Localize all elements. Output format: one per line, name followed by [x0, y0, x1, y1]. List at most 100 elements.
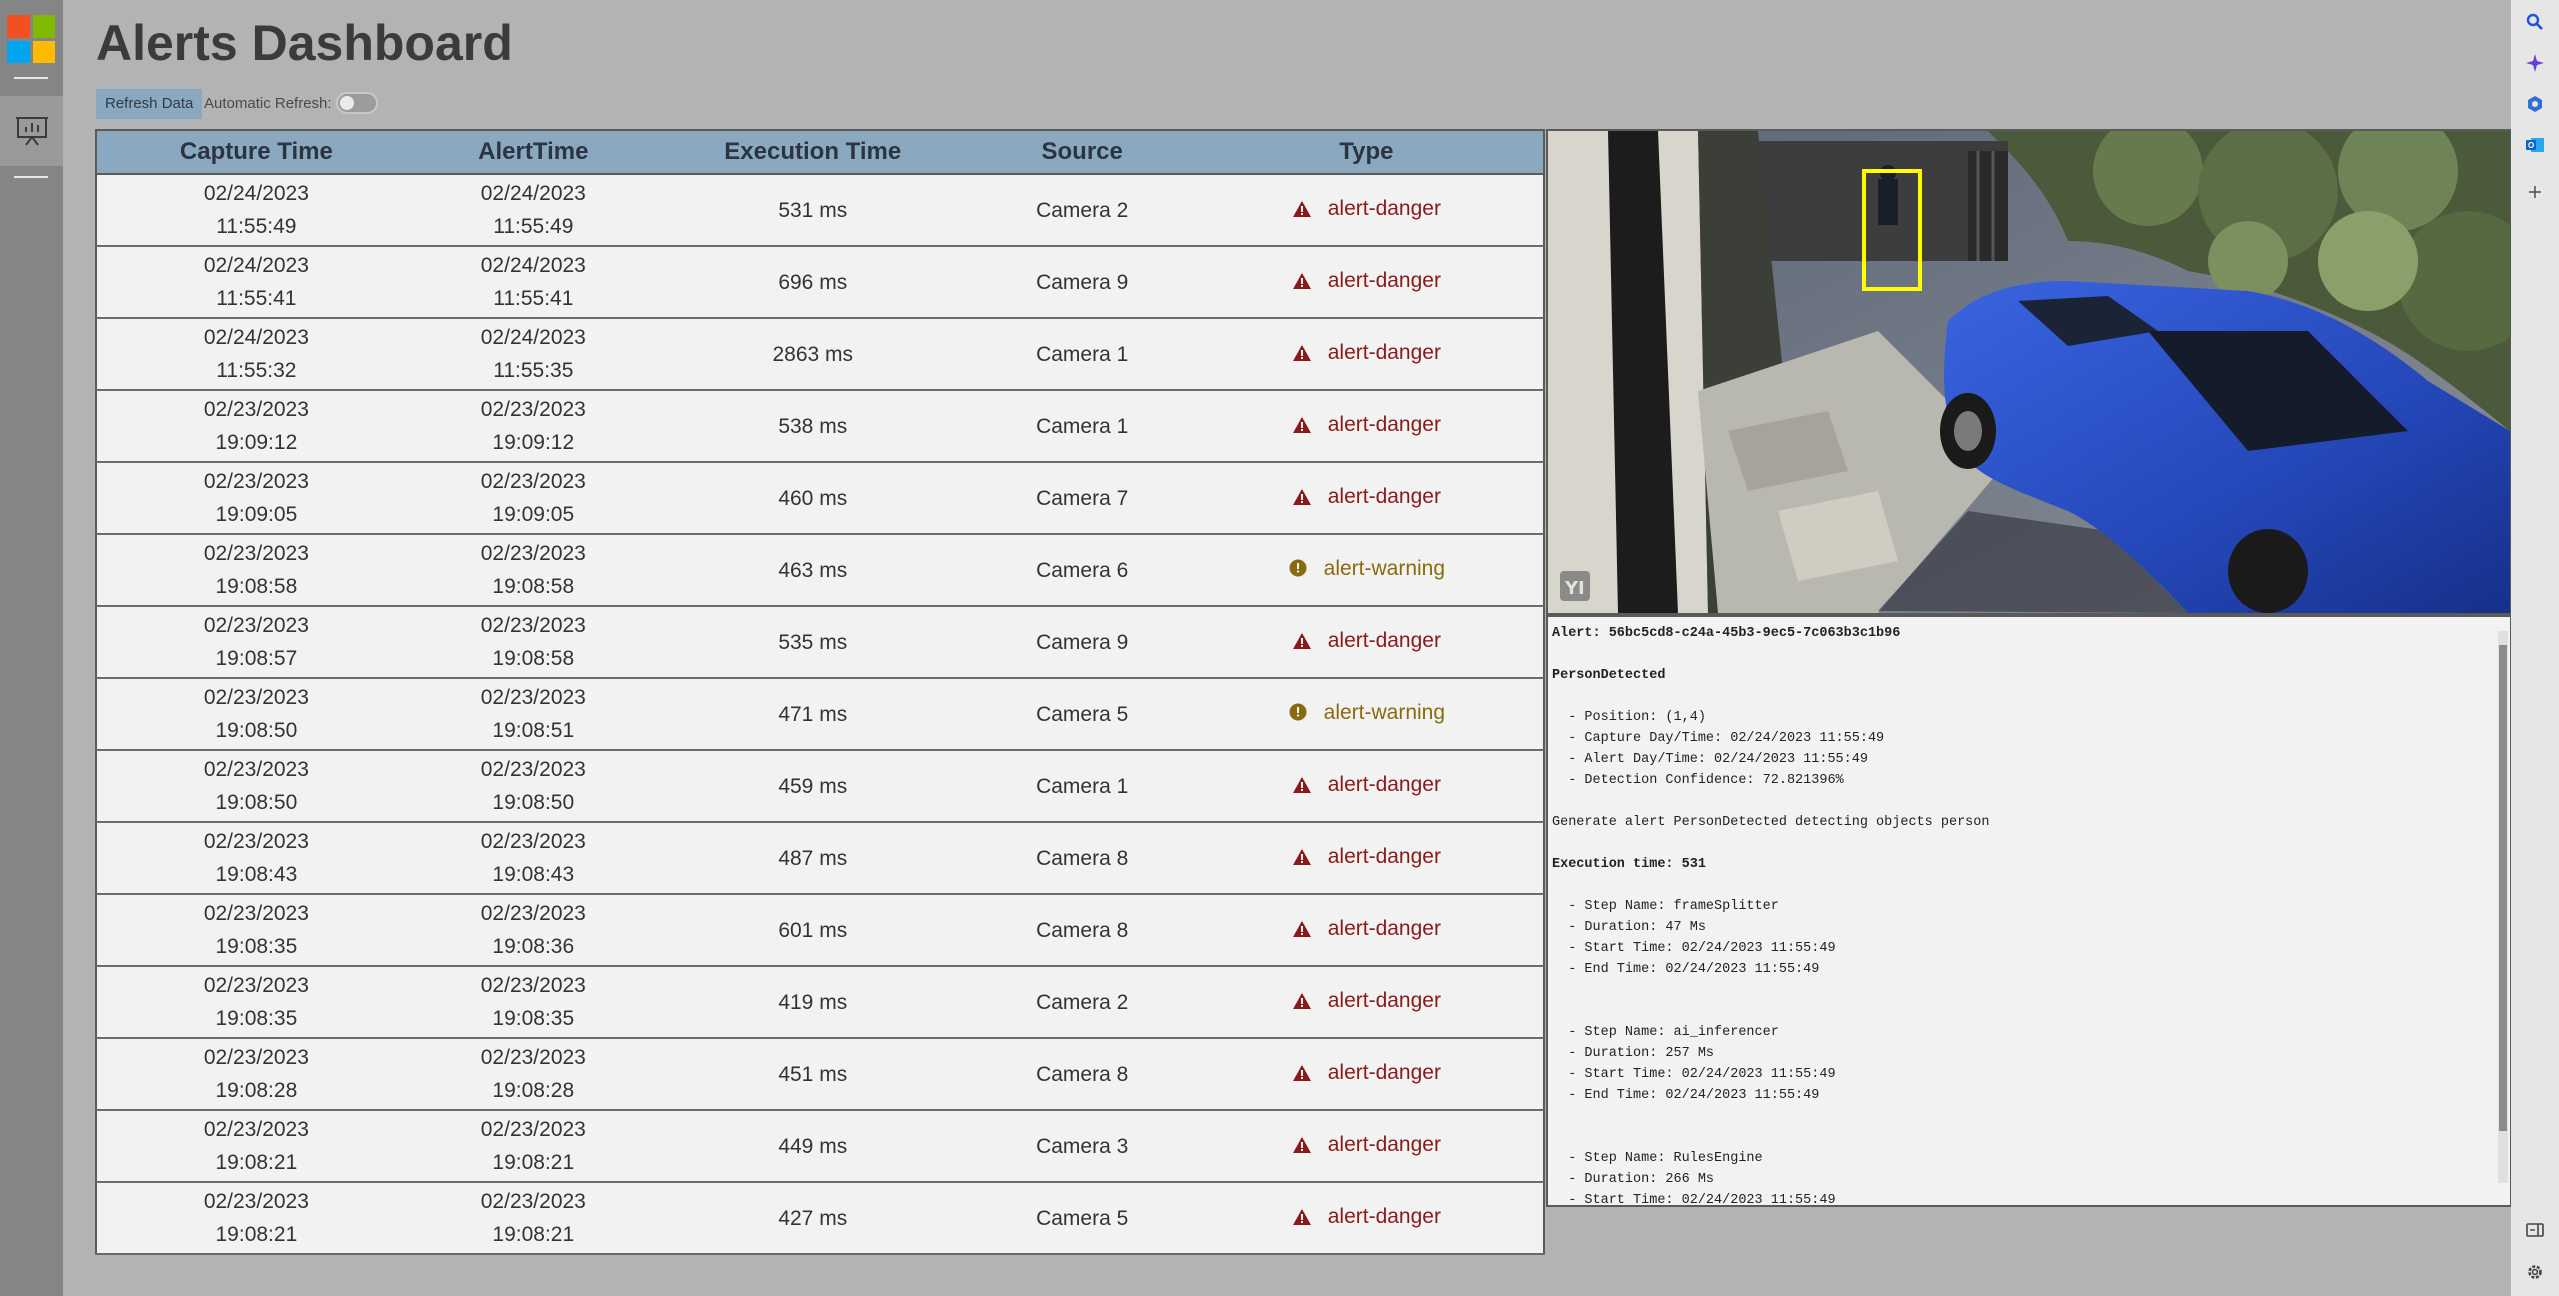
cell-execution-time: 427 ms — [650, 1182, 975, 1255]
capture-date: 02/23/2023 — [203, 902, 309, 925]
search-icon[interactable] — [2523, 10, 2547, 34]
cell-source: Camera 7 — [974, 462, 1190, 535]
camera-snapshot[interactable]: YI — [1546, 129, 2512, 615]
app-icon[interactable] — [2523, 92, 2547, 116]
table-row[interactable]: 02/23/2023 19:08:50 02/23/2023 19:08:50 459 … — [96, 750, 1544, 823]
cell-capture-time: 02/23/2023 19:08:21 — [96, 1182, 416, 1255]
cell-type: alert-danger — [1189, 1038, 1544, 1111]
cell-capture-time: 02/23/2023 19:08:57 — [96, 606, 416, 679]
detail-alert-time: - Alert Day/Time: 02/24/2023 11:55:49 — [1552, 752, 1868, 767]
capture-date: 02/23/2023 — [203, 1190, 309, 1213]
cell-execution-time: 601 ms — [650, 894, 975, 967]
danger-icon — [1292, 776, 1312, 794]
alert-date: 02/23/2023 — [480, 614, 586, 637]
column-header-alert-time[interactable]: AlertTime — [415, 130, 651, 175]
cell-capture-time: 02/23/2023 19:08:21 — [96, 1110, 416, 1183]
alert-date: 02/23/2023 — [480, 758, 586, 781]
step-name: - Step Name: frameSplitter — [1552, 899, 1779, 914]
alert-date: 02/24/2023 — [480, 254, 586, 277]
table-row[interactable]: 02/23/2023 19:08:35 02/23/2023 19:08:36 601 … — [96, 894, 1544, 967]
table-row[interactable]: 02/23/2023 19:08:57 02/23/2023 19:08:58 535 … — [96, 606, 1544, 679]
cell-execution-time: 419 ms — [650, 966, 975, 1039]
cell-source: Camera 2 — [974, 966, 1190, 1039]
detail-confidence: - Detection Confidence: 72.821396% — [1552, 773, 1844, 788]
table-row[interactable]: 02/23/2023 19:08:28 02/23/2023 19:08:28 451 … — [96, 1038, 1544, 1111]
cell-alert-time: 02/23/2023 19:08:58 — [415, 534, 651, 607]
table-row[interactable]: 02/24/2023 11:55:49 02/24/2023 11:55:49 531 … — [96, 174, 1544, 247]
type-label: alert-danger — [1327, 197, 1441, 221]
details-scrollbar[interactable] — [2498, 631, 2508, 1183]
capture-clock: 19:08:35 — [215, 935, 298, 958]
automatic-refresh-toggle[interactable] — [336, 92, 378, 114]
outlook-icon[interactable]: O — [2523, 133, 2547, 157]
capture-clock: 19:08:50 — [215, 791, 298, 814]
camera-watermark: YI — [1564, 578, 1585, 599]
cell-type: alert-danger — [1189, 462, 1544, 535]
table-row[interactable]: 02/23/2023 19:09:05 02/23/2023 19:09:05 460 … — [96, 462, 1544, 535]
type-badge: alert-danger — [1292, 408, 1441, 441]
svg-text:O: O — [2528, 141, 2534, 150]
cell-capture-time: 02/23/2023 19:08:58 — [96, 534, 416, 607]
type-label: alert-danger — [1327, 485, 1441, 509]
type-badge: alert-danger — [1292, 480, 1441, 513]
cell-type: alert-warning — [1189, 534, 1544, 607]
table-row[interactable]: 02/24/2023 11:55:32 02/24/2023 11:55:35 2863… — [96, 318, 1544, 391]
column-header-source[interactable]: Source — [974, 130, 1190, 175]
sparkle-icon[interactable] — [2523, 51, 2547, 75]
cell-capture-time: 02/23/2023 19:08:35 — [96, 894, 416, 967]
capture-clock: 11:55:41 — [216, 287, 297, 310]
type-label: alert-danger — [1327, 917, 1441, 941]
step-end: - End Time: 02/24/2023 11:55:49 — [1552, 962, 1820, 977]
sidebar-icon[interactable] — [2523, 1218, 2547, 1242]
table-row[interactable]: 02/23/2023 19:08:35 02/23/2023 19:08:35 419 … — [96, 966, 1544, 1039]
alert-details-text: Alert: 56bc5cd8-c24a-45b3-9ec5-7c063b3c1… — [1548, 617, 2510, 1205]
cell-source: Camera 5 — [974, 1182, 1190, 1255]
alert-details-panel[interactable]: Alert: 56bc5cd8-c24a-45b3-9ec5-7c063b3c1… — [1546, 615, 2512, 1207]
table-row[interactable]: 02/23/2023 19:08:50 02/23/2023 19:08:51 471 … — [96, 678, 1544, 751]
table-row[interactable]: 02/23/2023 19:08:58 02/23/2023 19:08:58 463 … — [96, 534, 1544, 607]
alert-clock: 19:08:36 — [492, 935, 575, 958]
capture-date: 02/24/2023 — [203, 254, 309, 277]
type-label: alert-danger — [1327, 341, 1441, 365]
column-header-execution-time[interactable]: Execution Time — [650, 130, 975, 175]
cell-type: alert-danger — [1189, 606, 1544, 679]
alert-date: 02/23/2023 — [480, 542, 586, 565]
capture-clock: 19:08:57 — [215, 647, 298, 670]
capture-date: 02/23/2023 — [203, 470, 309, 493]
column-header-type[interactable]: Type — [1189, 130, 1544, 175]
column-header-capture-time[interactable]: Capture Time — [96, 130, 416, 175]
cell-execution-time: 487 ms — [650, 822, 975, 895]
table-row[interactable]: 02/23/2023 19:09:12 02/23/2023 19:09:12 538 … — [96, 390, 1544, 463]
step-name: - Step Name: RulesEngine — [1552, 1151, 1763, 1166]
danger-icon — [1292, 272, 1312, 290]
table-row[interactable]: 02/23/2023 19:08:21 02/23/2023 19:08:21 449 … — [96, 1110, 1544, 1183]
alert-clock: 11:55:41 — [493, 287, 574, 310]
rail-divider — [14, 176, 48, 178]
microsoft-logo-icon[interactable] — [7, 15, 55, 63]
cell-execution-time: 471 ms — [650, 678, 975, 751]
danger-icon — [1292, 848, 1312, 866]
cell-source: Camera 3 — [974, 1110, 1190, 1183]
cell-execution-time: 460 ms — [650, 462, 975, 535]
table-row[interactable]: 02/23/2023 19:08:21 02/23/2023 19:08:21 427 … — [96, 1182, 1544, 1255]
plus-icon[interactable] — [2523, 180, 2547, 204]
capture-date: 02/23/2023 — [203, 974, 309, 997]
cell-type: alert-danger — [1189, 1110, 1544, 1183]
rail-item-dashboard[interactable] — [0, 96, 63, 166]
refresh-data-button[interactable]: Refresh Data — [96, 89, 203, 119]
capture-date: 02/24/2023 — [203, 326, 309, 349]
table-row[interactable]: 02/24/2023 11:55:41 02/24/2023 11:55:41 696 … — [96, 246, 1544, 319]
gear-icon[interactable] — [2523, 1260, 2547, 1284]
capture-date: 02/23/2023 — [203, 758, 309, 781]
capture-date: 02/23/2023 — [203, 1118, 309, 1141]
alert-clock: 19:08:28 — [492, 1079, 575, 1102]
cell-alert-time: 02/23/2023 19:08:28 — [415, 1038, 651, 1111]
type-label: alert-danger — [1327, 1133, 1441, 1157]
scrollbar-thumb[interactable] — [2499, 645, 2507, 1131]
table-row[interactable]: 02/23/2023 19:08:43 02/23/2023 19:08:43 487 … — [96, 822, 1544, 895]
type-label: alert-danger — [1327, 845, 1441, 869]
detail-generate: Generate alert PersonDetected detecting … — [1552, 815, 1990, 830]
cell-source: Camera 6 — [974, 534, 1190, 607]
step-duration: - Duration: 47 Ms — [1552, 920, 1706, 935]
danger-icon — [1292, 1208, 1312, 1226]
